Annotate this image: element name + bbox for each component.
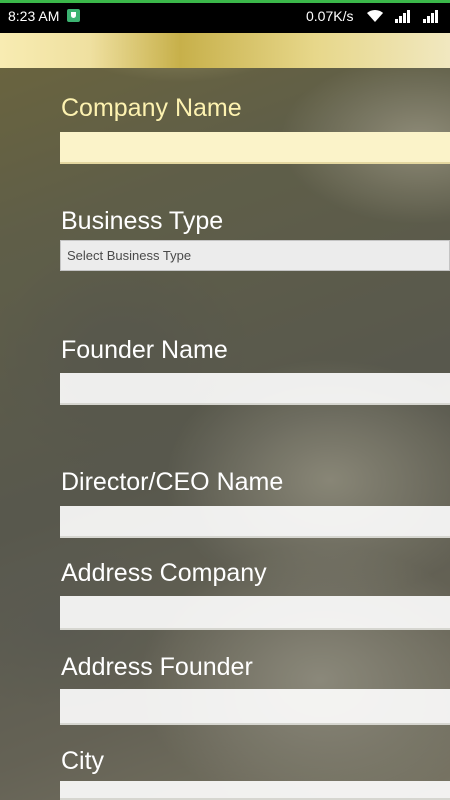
address-company-label: Address Company <box>61 559 267 587</box>
company-name-label: Company Name <box>61 94 242 122</box>
founder-name-label: Founder Name <box>61 336 228 364</box>
director-ceo-name-label: Director/CEO Name <box>61 468 284 496</box>
business-type-label: Business Type <box>61 207 224 235</box>
network-speed: 0.07K/s <box>306 8 354 24</box>
company-name-field[interactable] <box>60 132 450 164</box>
director-ceo-name-field[interactable] <box>60 506 450 538</box>
business-type-select[interactable]: Select Business Type <box>60 240 450 271</box>
status-time: 8:23 AM <box>8 8 60 24</box>
wifi-icon <box>367 9 383 22</box>
address-founder-field[interactable] <box>60 689 450 725</box>
signal-icon <box>395 10 410 23</box>
founder-name-field[interactable] <box>60 373 450 405</box>
address-founder-label: Address Founder <box>61 653 253 681</box>
status-accent-line <box>0 0 450 3</box>
address-company-field[interactable] <box>60 596 450 630</box>
registration-form: Company Name Business Type Select Busine… <box>0 0 450 800</box>
status-bar: 8:23 AM 0.07K/s <box>0 0 450 33</box>
city-field[interactable] <box>60 781 450 800</box>
city-label: City <box>61 747 105 775</box>
shield-icon <box>67 9 80 22</box>
signal-icon <box>423 10 438 23</box>
